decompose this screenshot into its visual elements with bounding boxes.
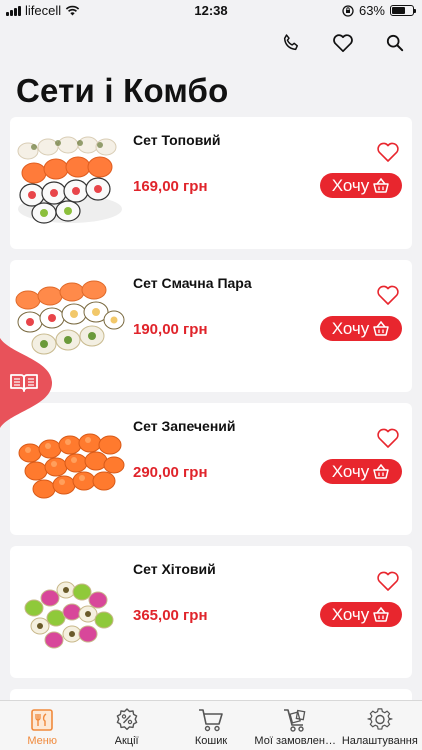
product-card[interactable]: Сет Смачна Пара 190,00 грн Хочу [10,260,412,392]
page-title: Сети і Комбо [16,72,229,109]
battery-icon [390,5,416,16]
add-to-cart-label: Хочу [331,604,370,624]
product-price: 169,00 грн [133,178,208,195]
orders-cart-icon [281,707,309,733]
add-to-cart-button[interactable]: Хочу [320,173,402,198]
nav-label-menu: Меню [27,735,58,747]
product-list: Сет Топовий 169,00 грн Хочу Сет Смачна П… [10,117,412,703]
product-image-set-khitovyi [24,581,114,649]
header-actions [278,30,408,56]
product-image-set-zapechenyi [18,433,125,499]
product-name: Сет Хітовий [133,561,216,577]
favorite-heart-icon[interactable] [376,570,400,592]
favorite-heart-icon[interactable] [376,427,400,449]
settings-icon [366,707,394,733]
basket-icon [373,320,390,336]
product-name: Сет Смачна Пара [133,275,252,291]
product-image-set-topovyi [17,136,122,224]
favorite-heart-icon[interactable] [376,141,400,163]
add-to-cart-button[interactable]: Хочу [320,316,402,341]
nav-label-promotions: Акції [114,735,139,747]
nav-item-promotions[interactable]: Акції [84,701,168,750]
add-to-cart-label: Хочу [331,175,370,195]
product-name: Сет Запечений [133,418,236,434]
phone-icon[interactable] [278,30,304,56]
cart-icon [197,707,225,733]
rotation-lock-icon [342,4,354,17]
product-card[interactable]: Сет Хітовий 365,00 грн Хочу [10,546,412,678]
nav-label-settings: Налаштування [341,735,418,747]
nav-item-my-orders[interactable]: Мої замовлення [253,701,337,750]
battery-percent: 63% [358,3,385,18]
basket-icon [373,177,390,193]
bottom-navigation: Меню Акції Кошик Мої замовлення Налаштув… [0,700,422,750]
add-to-cart-label: Хочу [331,318,370,338]
menu-book-icon [28,707,56,733]
basket-icon [373,463,390,479]
product-price: 190,00 грн [133,321,208,338]
catalog-book-icon [0,338,52,428]
add-to-cart-button[interactable]: Хочу [320,602,402,627]
nav-label-my-orders: Мої замовлення [254,735,337,747]
nav-item-cart[interactable]: Кошик [169,701,253,750]
nav-label-cart: Кошик [194,735,228,747]
add-to-cart-label: Хочу [331,461,370,481]
catalog-menu-tab[interactable] [0,338,52,428]
product-price: 365,00 грн [133,607,208,624]
add-to-cart-button[interactable]: Хочу [320,459,402,484]
product-card[interactable]: Сет Топовий 169,00 грн Хочу [10,117,412,249]
heart-icon[interactable] [330,30,356,56]
status-bar: lifecell 12:38 63% [0,0,422,22]
product-name: Сет Топовий [133,132,221,148]
basket-icon [373,606,390,622]
search-icon[interactable] [382,30,408,56]
nav-item-menu[interactable]: Меню [0,701,84,750]
nav-item-settings[interactable]: Налаштування [338,701,422,750]
product-card[interactable]: Сет Запечений 290,00 грн Хочу [10,403,412,535]
favorite-heart-icon[interactable] [376,284,400,306]
product-price: 290,00 грн [133,464,208,481]
discount-icon [113,707,141,733]
